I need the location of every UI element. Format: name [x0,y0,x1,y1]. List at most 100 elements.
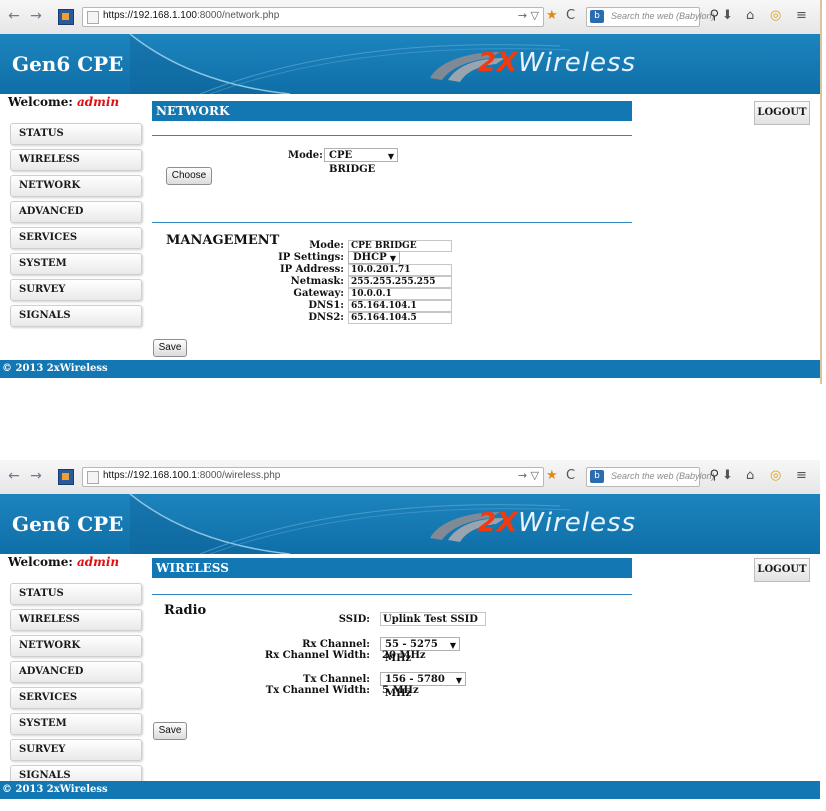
dns2-field[interactable]: 65.164.104.5 [348,312,452,324]
sidebar-item-advanced[interactable]: ADVANCED [10,661,142,683]
star-icon[interactable]: ★ [546,8,558,23]
forward-arrow-icon[interactable]: → [28,468,44,484]
page-footer: © 2013 2xWireless [0,360,820,378]
babylon-engine-icon[interactable]: b [590,470,604,483]
sidebar-item-wireless[interactable]: WIRELESS [10,149,142,171]
page-header: NETWORK [152,101,632,121]
address-bar[interactable]: https://192.168.1.100:8000/network.php →… [82,7,544,27]
gateway-field[interactable]: 10.0.0.1 [348,288,452,300]
tx-channel-select[interactable]: 156 - 5780 MHz ▼ [380,672,466,699]
rx-channel-width-label: Rx Channel Width: [264,650,370,661]
app-title: Gen6 CPE [12,52,124,76]
url-path: :8000/network.php [196,10,280,21]
choose-button[interactable]: Choose [166,167,212,185]
back-arrow-icon[interactable]: ← [6,468,22,484]
sidebar-menu: STATUS WIRELESS NETWORK ADVANCED SERVICE… [10,583,142,791]
brand-logo: 2XWireless [478,48,636,78]
browser-toolbar: ← → https://192.168.100.1:8000/wireless.… [0,460,820,495]
search-icon[interactable]: ⚲ [709,468,719,483]
save-button[interactable]: Save [153,722,187,740]
sidebar-item-advanced[interactable]: ADVANCED [10,201,142,223]
sidebar-item-network[interactable]: NETWORK [10,175,142,197]
addon-icon[interactable]: ◎ [770,468,781,483]
netmask-field[interactable]: 255.255.255.255 [348,276,452,288]
wireless-page-screenshot: ← → https://192.168.100.1:8000/wireless.… [0,460,820,800]
mode-label: Mode: [288,150,323,161]
back-arrow-icon[interactable]: ← [6,8,22,24]
logout-button[interactable]: LOGOUT [754,101,810,125]
brand-logo: 2XWireless [478,508,636,538]
sidebar-item-wireless[interactable]: WIRELESS [10,609,142,631]
ssid-field[interactable]: Uplink Test SSID [380,612,486,626]
search-bar[interactable]: b Search the web (Babylon) ⚲ [586,7,719,27]
ip-address-field[interactable]: 10.0.201.71 [348,264,452,276]
addon-icon[interactable]: ◎ [770,8,781,23]
section-divider [152,594,632,595]
brand-prefix: 2X [478,508,519,538]
browser-toolbar: ← → https://192.168.1.100:8000/network.p… [0,0,820,35]
brand-suffix: Wireless [518,48,637,78]
sidebar-menu: STATUS WIRELESS NETWORK ADVANCED SERVICE… [10,123,142,331]
sidebar-item-network[interactable]: NETWORK [10,635,142,657]
search-bar[interactable]: b Search the web (Babylon) ⚲ [586,467,719,487]
rx-channel-select[interactable]: 55 - 5275 MHz ▼ [380,637,460,664]
ip-settings-value: DHCP [353,252,387,263]
ip-address-label: IP Address: [279,264,344,275]
url-path: :8000/wireless.php [196,470,281,481]
sidebar-item-status[interactable]: STATUS [10,583,142,605]
ssid-label: SSID: [338,614,370,625]
brand-prefix: 2X [478,48,519,78]
sidebar-item-system[interactable]: SYSTEM [10,713,142,735]
save-button[interactable]: Save [153,339,187,357]
sidebar-item-system[interactable]: SYSTEM [10,253,142,275]
radio-title: Radio [164,603,207,618]
sidebar-item-signals[interactable]: SIGNALS [10,305,142,327]
url-host: https://192.168.100.1 [103,470,197,481]
babylon-engine-icon[interactable]: b [590,10,604,23]
reload-icon[interactable]: C [566,468,575,483]
ip-settings-label: IP Settings: [278,252,344,263]
brand-suffix: Wireless [518,508,637,538]
logout-button[interactable]: LOGOUT [754,558,810,582]
rx-channel-label: Rx Channel: [302,639,370,650]
sidebar-item-survey[interactable]: SURVEY [10,739,142,761]
go-arrow-icon[interactable]: → ▽ [518,469,539,482]
menu-icon[interactable]: ≡ [796,8,807,23]
address-bar[interactable]: https://192.168.100.1:8000/wireless.php … [82,467,544,487]
reload-icon[interactable]: C [566,8,575,23]
app-banner: Gen6 CPE 2XWireless [0,494,820,554]
ip-settings-select[interactable]: DHCP ▼ [348,251,400,264]
go-arrow-icon[interactable]: → ▽ [518,9,539,22]
search-input[interactable]: Search the web (Babylon) [611,471,715,481]
dns1-field[interactable]: 65.164.104.1 [348,300,452,312]
download-icon[interactable]: ⬇ [722,8,733,23]
site-favicon-icon [58,9,74,25]
netmask-label: Netmask: [290,276,344,287]
page-icon [87,11,99,24]
sidebar-item-survey[interactable]: SURVEY [10,279,142,301]
tx-channel-width-value: 5 MHz [382,685,419,696]
mode-select[interactable]: CPE BRIDGE ▼ [324,148,398,175]
rx-channel-width-value: 20 MHz [382,650,426,661]
search-input[interactable]: Search the web (Babylon) [611,11,715,21]
home-icon[interactable]: ⌂ [746,468,754,483]
tx-channel-label: Tx Channel: [303,674,370,685]
dns2-label: DNS2: [308,312,344,323]
welcome-label: Welcome: [8,555,73,569]
sidebar-item-status[interactable]: STATUS [10,123,142,145]
search-icon[interactable]: ⚲ [709,8,719,23]
welcome-label: Welcome: [8,95,73,109]
welcome-user: admin [76,95,120,109]
download-icon[interactable]: ⬇ [722,468,733,483]
menu-icon[interactable]: ≡ [796,468,807,483]
sidebar-item-services[interactable]: SERVICES [10,227,142,249]
management-title: MANAGEMENT [166,233,280,248]
welcome-user: admin [76,555,120,569]
dropdown-arrow-icon: ▼ [455,675,462,685]
page-footer: © 2013 2xWireless [0,781,820,799]
home-icon[interactable]: ⌂ [746,8,754,23]
forward-arrow-icon[interactable]: → [28,8,44,24]
sidebar-item-services[interactable]: SERVICES [10,687,142,709]
star-icon[interactable]: ★ [546,468,558,483]
dropdown-arrow-icon: ▼ [387,151,394,161]
